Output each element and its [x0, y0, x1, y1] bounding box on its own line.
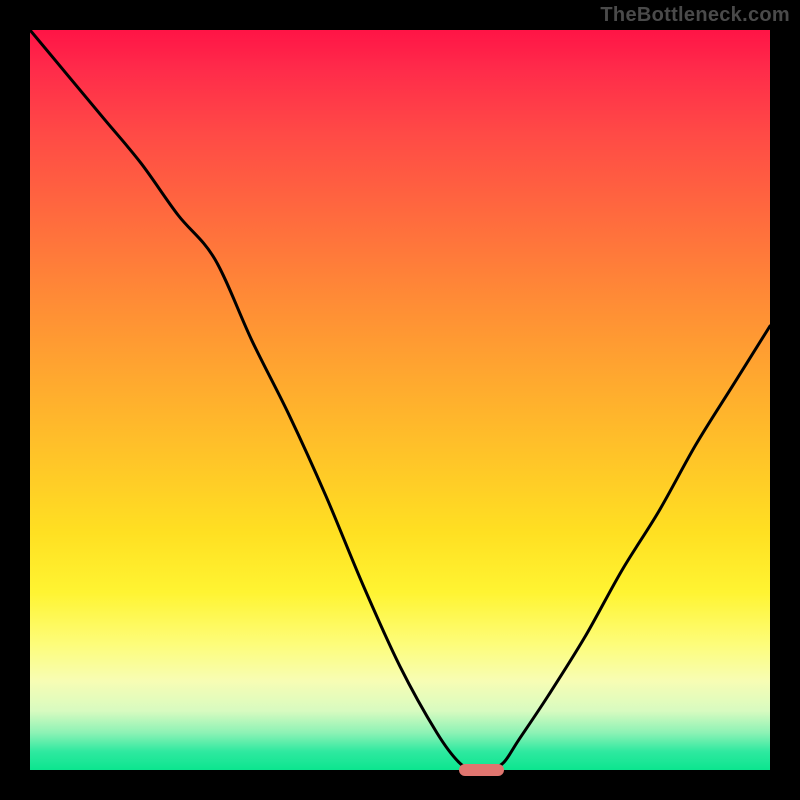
- bottleneck-curve: [30, 30, 770, 770]
- optimal-range-marker: [459, 764, 503, 776]
- plot-area: [30, 30, 770, 770]
- watermark-text: TheBottleneck.com: [600, 4, 790, 27]
- chart-frame: TheBottleneck.com: [0, 0, 800, 800]
- curve-svg: [30, 30, 770, 770]
